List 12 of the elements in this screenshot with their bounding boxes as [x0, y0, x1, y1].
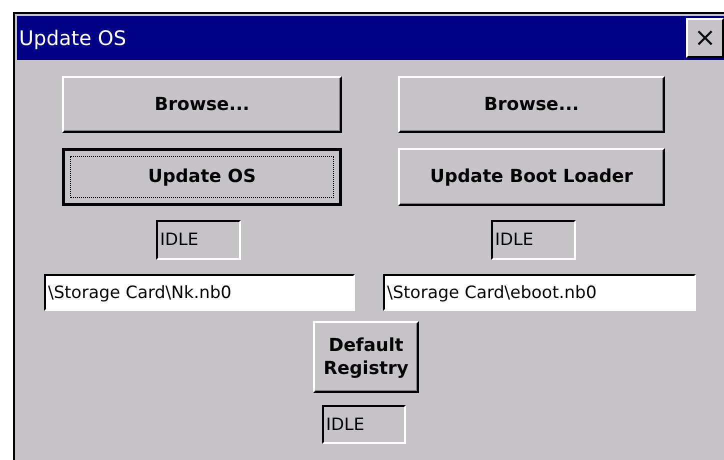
close-button[interactable]: × — [686, 18, 724, 58]
path-field[interactable]: \Storage Card\eboot.nb0 — [383, 274, 696, 311]
update-button[interactable]: Update Boot Loader — [398, 148, 665, 206]
update-button[interactable]: Update OS — [62, 148, 342, 206]
path-field[interactable]: \Storage Card\Nk.nb0 — [44, 274, 355, 311]
status-field[interactable]: IDLE — [491, 220, 576, 260]
status-field[interactable]: IDLE — [322, 405, 406, 444]
status-field[interactable]: IDLE — [156, 220, 241, 260]
browse-button[interactable]: Browse... — [398, 76, 665, 133]
default-registry-button[interactable]: Default Registry — [313, 321, 419, 393]
browse-button[interactable]: Browse... — [62, 76, 342, 133]
window-title: Update OS — [18, 26, 126, 50]
